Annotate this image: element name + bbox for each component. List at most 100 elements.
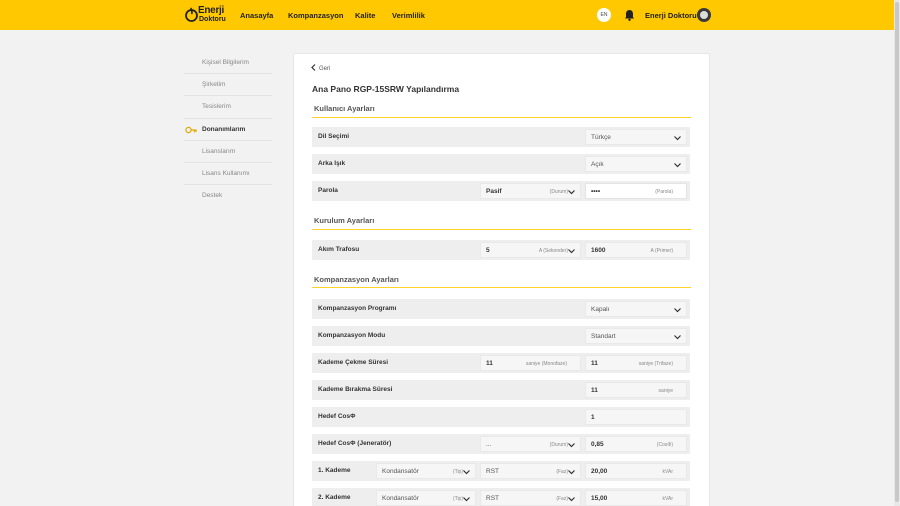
section-divider — [312, 287, 691, 288]
row-hedef-cos: Hedef CosΦ 1 — [312, 407, 690, 427]
select-value: 5 — [486, 247, 490, 254]
section-divider — [312, 117, 691, 118]
kademe2-value-input[interactable]: 15,00 kVAr — [585, 490, 687, 506]
chevron-down-icon — [674, 335, 681, 340]
chevron-down-icon — [568, 497, 575, 502]
birakma-input[interactable]: 11 saniye — [585, 382, 687, 398]
cekme-trifaze-input[interactable]: 11 saniye (Trifaze) — [585, 355, 687, 371]
unit-label: (Tip) — [452, 469, 463, 475]
parola-status-select[interactable]: Pasif (Durum) — [480, 183, 581, 199]
row-label: 1. Kademe — [318, 467, 351, 474]
select-value: Standart — [591, 333, 616, 340]
sidebar-item-label: Kişisel Bilgilerim — [202, 59, 249, 66]
sidebar-item-tesislerim[interactable]: Tesislerim — [184, 96, 272, 119]
sidebar-item-lisanslarim[interactable]: Lisanslarım — [184, 141, 272, 163]
nav-verimlilik[interactable]: Verimlilik — [392, 11, 425, 20]
akim-primer-input[interactable]: 1600 A (Primer) — [585, 242, 687, 258]
kademe1-phase-select[interactable]: RST (Faz) — [480, 463, 581, 479]
jenerator-status-select[interactable]: ... (Durum) — [480, 436, 581, 452]
nav-kompanzasyon[interactable]: Kompanzasyon — [288, 11, 343, 20]
input-value: 0,85 — [591, 441, 604, 448]
select-value: Kondansatör — [382, 468, 419, 475]
sidebar: Kişisel Bilgilerim Şirketim Tesislerim D… — [184, 52, 272, 207]
parola-input[interactable]: •••• (Parola) — [585, 183, 687, 199]
select-value: Kondansatör — [382, 495, 419, 502]
unit-label: (Parola) — [655, 189, 673, 195]
row-hedef-cos-jenerator: Hedef CosΦ (Jeneratör) ... (Durum) 0,85 … — [312, 434, 690, 454]
top-navbar: Enerji Doktoru Anasayfa Kompanzasyon Kal… — [0, 0, 894, 30]
logo-power-icon — [185, 7, 198, 22]
modu-select[interactable]: Standart — [585, 328, 687, 344]
sidebar-item-lisans-kullanimi[interactable]: Lisans Kullanımı — [184, 163, 272, 186]
unit-label: A (Sekonder) — [538, 248, 568, 254]
row-label: Hedef CosΦ (Jeneratör) — [318, 440, 392, 447]
chevron-down-icon — [568, 190, 575, 195]
unit-label: (Tip) — [452, 496, 463, 502]
unit-label: (Faz) — [556, 469, 568, 475]
row-label: Kompanzasyon Modu — [318, 332, 386, 339]
row-label: Arka Işık — [318, 160, 346, 167]
kademe1-value-input[interactable]: 20,00 kVAr — [585, 463, 687, 479]
row-label: 2. Kademe — [318, 494, 351, 501]
unit-label: kVAr — [662, 469, 673, 475]
row-label: Kompanzasyon Programı — [318, 305, 397, 312]
row-label: Kademe Bırakma Süresi — [318, 386, 393, 393]
chevron-down-icon — [568, 470, 575, 475]
language-toggle[interactable]: EN — [597, 8, 611, 22]
section-title-kompanzasyon: Kompanzasyon Ayarları — [314, 275, 399, 284]
user-name[interactable]: Enerji Doktoru — [645, 11, 697, 20]
input-value: 1 — [591, 414, 595, 421]
row-kademe-birakma: Kademe Bırakma Süresi 11 saniye — [312, 380, 690, 400]
row-label: Akım Trafosu — [318, 246, 360, 253]
row-kompanzasyon-modu: Kompanzasyon Modu Standart — [312, 326, 690, 346]
scrollbar-thumb[interactable] — [895, 2, 899, 502]
row-label: Kademe Çekme Süresi — [318, 359, 389, 366]
select-value: RST — [486, 495, 499, 502]
avatar[interactable] — [697, 8, 711, 22]
nav-kalite[interactable]: Kalite — [355, 11, 375, 20]
cekme-monofaze-input[interactable]: 11 saniye (Monofaze) — [480, 355, 581, 371]
input-value: 11 — [591, 360, 598, 367]
unit-label: kVAr — [662, 496, 673, 502]
sidebar-item-sirketim[interactable]: Şirketim — [184, 74, 272, 97]
jenerator-cos-input[interactable]: 0,85 (CosΦ) — [585, 436, 687, 452]
arka-isik-select[interactable]: Açık — [585, 156, 687, 172]
unit-label: saniye — [658, 388, 673, 394]
program-select[interactable]: Kapalı — [585, 301, 687, 317]
chevron-down-icon — [463, 470, 470, 475]
section-title-kurulum: Kurulum Ayarları — [314, 216, 375, 225]
kademe2-phase-select[interactable]: RST (Faz) — [480, 490, 581, 506]
section-title-kullanici: Kullanıcı Ayarları — [314, 104, 375, 113]
chevron-down-icon — [463, 497, 470, 502]
sidebar-item-label: Şirketim — [202, 81, 226, 89]
row-kademe-1: 1. Kademe Kondansatör (Tip) RST (Faz) 20… — [312, 461, 690, 481]
row-dil-secimi: Dil Seçimi Türkçe — [312, 127, 690, 147]
row-kademe-2: 2. Kademe Kondansatör (Tip) RST (Faz) 15… — [312, 488, 690, 506]
dil-select[interactable]: Türkçe — [585, 129, 687, 145]
chevron-down-icon — [568, 443, 575, 448]
chevron-left-icon — [311, 64, 316, 71]
input-value: 20,00 — [591, 468, 608, 475]
kademe1-type-select[interactable]: Kondansatör (Tip) — [376, 463, 476, 479]
sidebar-item-destek[interactable]: Destek — [184, 185, 272, 207]
row-parola: Parola Pasif (Durum) •••• (Parola) — [312, 181, 690, 201]
sidebar-item-donanimlarim[interactable]: Donanımlarım — [184, 119, 272, 141]
bell-icon[interactable] — [624, 9, 635, 21]
select-value: Açık — [591, 161, 604, 168]
row-kademe-cekme: Kademe Çekme Süresi 11 saniye (Monofaze)… — [312, 353, 690, 373]
logo-text-line1: Enerji — [198, 5, 224, 16]
input-value: 11 — [591, 387, 598, 394]
input-value: 15,00 — [591, 495, 608, 502]
unit-label: (Durum) — [549, 189, 568, 195]
sidebar-item-kisisel[interactable]: Kişisel Bilgilerim — [184, 52, 272, 75]
logo[interactable]: Enerji Doktoru — [184, 5, 232, 25]
input-value: 11 — [486, 360, 493, 367]
back-link[interactable]: Geri — [311, 64, 330, 72]
akim-sekonder-select[interactable]: 5 A (Sekonder) — [480, 242, 581, 258]
row-akim-trafosu: Akım Trafosu 5 A (Sekonder) 1600 A (Prim… — [312, 240, 690, 260]
row-arka-isik: Arka Işık Açık — [312, 154, 690, 174]
kademe2-type-select[interactable]: Kondansatör (Tip) — [376, 490, 476, 506]
nav-anasayfa[interactable]: Anasayfa — [240, 11, 273, 20]
hedef-cos-input[interactable]: 1 — [585, 409, 687, 425]
chevron-down-icon — [674, 308, 681, 313]
